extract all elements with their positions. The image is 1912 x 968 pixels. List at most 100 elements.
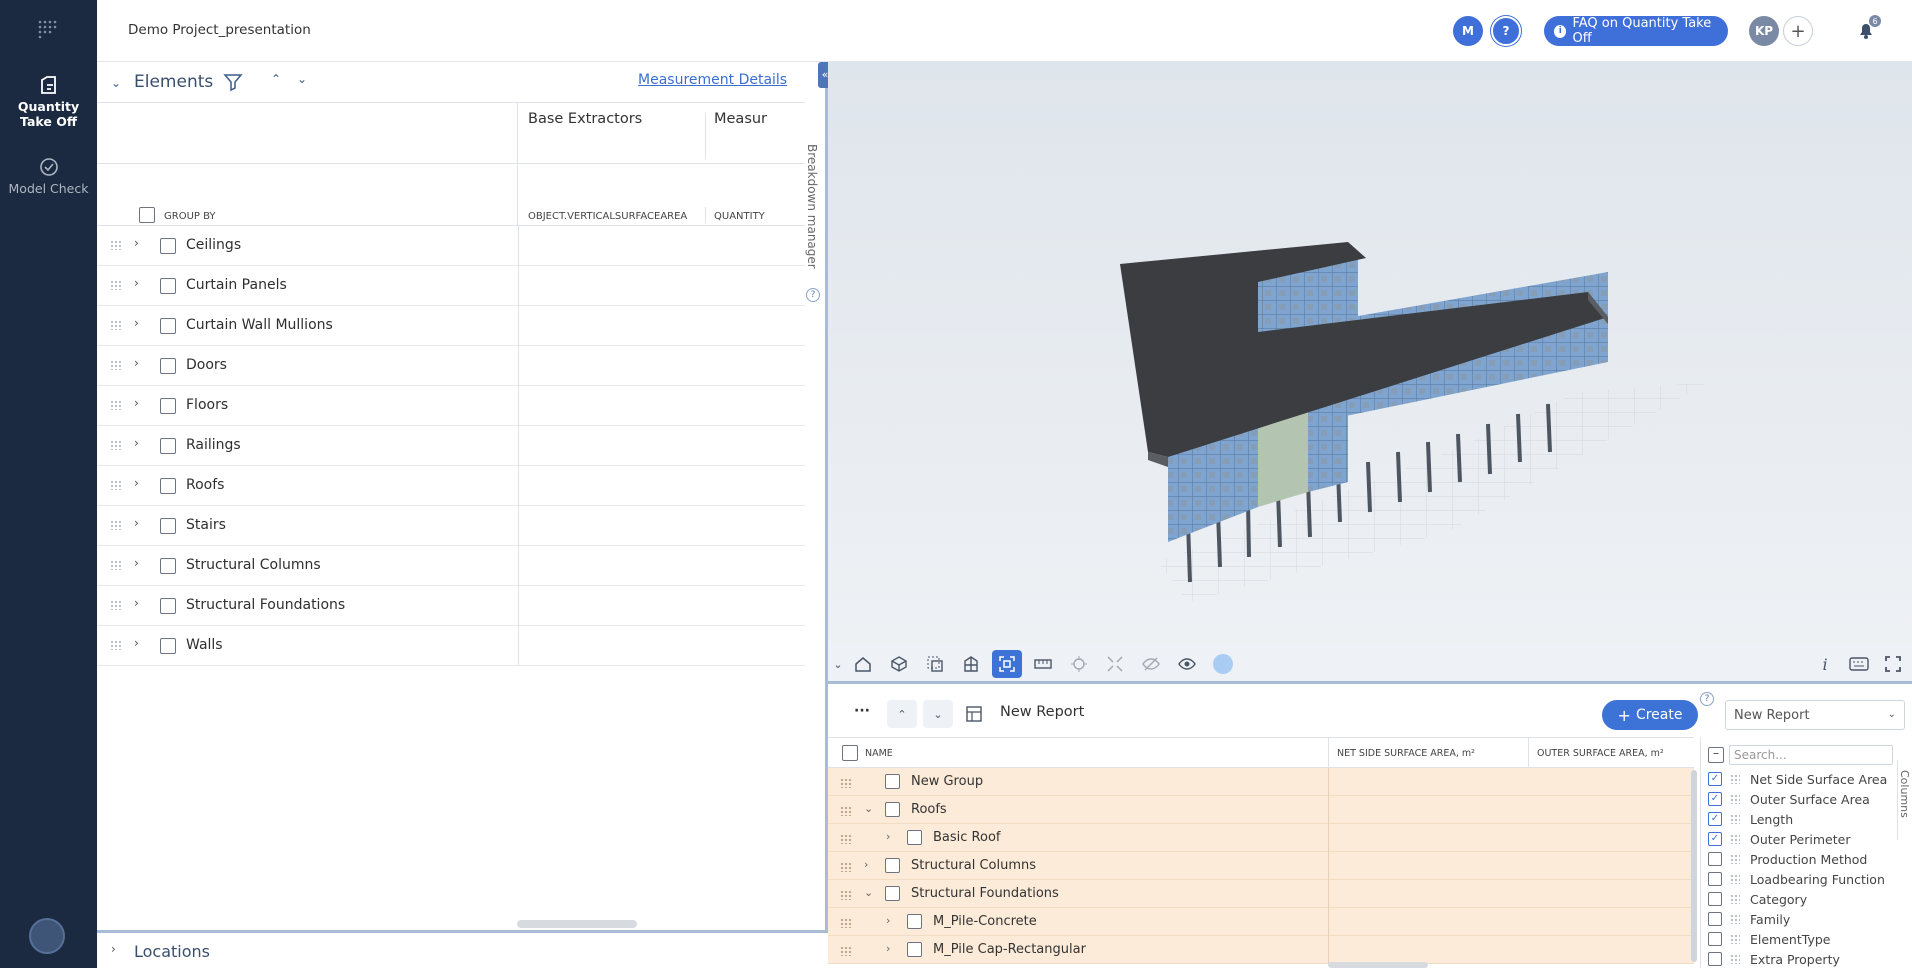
row-checkbox[interactable] <box>160 638 176 654</box>
column-checkbox[interactable] <box>1708 932 1722 946</box>
expand-chevron-icon[interactable]: › <box>134 396 139 410</box>
section-plane-icon[interactable] <box>956 650 986 678</box>
row-checkbox[interactable] <box>907 830 922 845</box>
column-checkbox[interactable] <box>1708 852 1722 866</box>
select-all-checkbox[interactable] <box>842 745 858 761</box>
expand-chevron-icon[interactable]: › <box>864 858 868 871</box>
column-item[interactable]: ✓ Outer Perimeter <box>1708 829 1850 849</box>
drag-handle-icon[interactable] <box>110 400 122 410</box>
select-all-checkbox[interactable] <box>139 207 155 223</box>
element-row[interactable]: › Floors <box>97 386 805 426</box>
drag-handle-icon[interactable] <box>840 918 852 928</box>
column-checkbox[interactable] <box>1708 952 1722 966</box>
expand-chevron-icon[interactable]: › <box>134 436 139 450</box>
column-checkbox[interactable]: ✓ <box>1708 792 1722 806</box>
column-item[interactable]: Loadbearing Function <box>1708 869 1885 889</box>
drag-handle-icon[interactable] <box>110 480 122 490</box>
element-row[interactable]: › Walls <box>97 626 805 666</box>
breakdown-manager-tab[interactable]: Breakdown manager ? <box>801 130 825 302</box>
drag-handle-icon[interactable] <box>1730 934 1740 944</box>
expand-chevron-icon[interactable]: › <box>134 476 139 490</box>
filter-icon[interactable] <box>223 72 243 92</box>
element-row[interactable]: › Ceilings <box>97 226 805 266</box>
expand-chevron-icon[interactable]: › <box>886 914 890 927</box>
report-row[interactable]: ⌄ Roofs <box>828 796 1694 824</box>
app-logo-icon[interactable] <box>32 14 62 44</box>
toggle-all-columns-checkbox[interactable]: – <box>1708 747 1724 763</box>
report-settings-icon[interactable] <box>959 700 989 728</box>
drag-handle-icon[interactable] <box>1730 874 1740 884</box>
drag-handle-icon[interactable] <box>1730 834 1740 844</box>
column-item[interactable]: Extra Property <box>1708 949 1840 968</box>
view-cube-icon[interactable] <box>884 650 914 678</box>
expand-locations-chevron-icon[interactable]: › <box>111 942 116 956</box>
row-checkbox[interactable] <box>160 398 176 414</box>
help-button[interactable]: ? <box>1491 16 1521 46</box>
column-item[interactable]: ✓ Length <box>1708 809 1793 829</box>
collapse-elements-chevron-icon[interactable]: ⌄ <box>111 76 121 90</box>
column-item[interactable]: ✓ Outer Surface Area <box>1708 789 1870 809</box>
row-checkbox[interactable] <box>907 942 922 957</box>
element-row[interactable]: › Curtain Panels <box>97 266 805 306</box>
columns-tab[interactable]: Columns <box>1897 760 1912 840</box>
column-checkbox[interactable] <box>1708 892 1722 906</box>
expand-chevron-icon[interactable]: › <box>134 636 139 650</box>
row-checkbox[interactable] <box>885 858 900 873</box>
report-select[interactable]: New Report ⌄ <box>1725 700 1905 730</box>
column-checkbox[interactable] <box>1708 872 1722 886</box>
report-row[interactable]: › M_Pile Cap-Rectangular <box>828 936 1694 964</box>
measure-icon[interactable] <box>1028 650 1058 678</box>
drag-handle-icon[interactable] <box>110 360 122 370</box>
drag-handle-icon[interactable] <box>1730 954 1740 964</box>
row-checkbox[interactable] <box>885 774 900 789</box>
row-checkbox[interactable] <box>160 478 176 494</box>
row-checkbox[interactable] <box>160 358 176 374</box>
drag-handle-icon[interactable] <box>110 600 122 610</box>
expand-chevron-icon[interactable]: › <box>134 236 139 250</box>
info-icon[interactable]: i <box>1810 650 1840 678</box>
drag-handle-icon[interactable] <box>110 280 122 290</box>
3d-viewer[interactable] <box>828 62 1912 644</box>
expand-chevron-icon[interactable]: › <box>134 596 139 610</box>
color-picker-icon[interactable] <box>1208 650 1238 678</box>
row-checkbox[interactable] <box>160 518 176 534</box>
collapse-chevron-icon[interactable]: ⌄ <box>864 802 873 815</box>
report-row[interactable]: ⌄ Structural Foundations <box>828 880 1694 908</box>
element-row[interactable]: › Doors <box>97 346 805 386</box>
column-item[interactable]: Category <box>1708 889 1807 909</box>
row-checkbox[interactable] <box>885 886 900 901</box>
drag-handle-icon[interactable] <box>840 778 852 788</box>
column-item[interactable]: Family <box>1708 909 1790 929</box>
faq-button[interactable]: i FAQ on Quantity Take Off <box>1544 16 1728 46</box>
column-header-measure[interactable]: Measur <box>714 111 804 127</box>
drag-handle-icon[interactable] <box>840 890 852 900</box>
expand-chevron-icon[interactable]: › <box>134 276 139 290</box>
help-icon[interactable]: ? <box>1700 692 1714 706</box>
element-row[interactable]: › Railings <box>97 426 805 466</box>
expand-chevron-icon[interactable]: › <box>134 316 139 330</box>
horizontal-scrollbar[interactable] <box>517 920 637 928</box>
row-checkbox[interactable] <box>907 914 922 929</box>
row-checkbox[interactable] <box>885 802 900 817</box>
rail-item-quantity-take-off[interactable]: Quantity Take Off <box>0 74 97 129</box>
help-icon[interactable]: ? <box>806 288 820 302</box>
select-box-icon[interactable] <box>920 650 950 678</box>
user-avatar-kp[interactable]: KP <box>1749 16 1779 46</box>
rail-item-model-check[interactable]: Model Check <box>0 156 97 196</box>
column-checkbox[interactable]: ✓ <box>1708 772 1722 786</box>
building-model-icon[interactable] <box>828 62 1912 644</box>
show-icon[interactable] <box>1172 650 1202 678</box>
drag-handle-icon[interactable] <box>1730 774 1740 784</box>
column-checkbox[interactable]: ✓ <box>1708 812 1722 826</box>
column-item[interactable]: ElementType <box>1708 929 1830 949</box>
horizontal-scrollbar[interactable] <box>1328 962 1428 968</box>
more-options-button[interactable]: ··· <box>854 703 870 719</box>
collapse-toolbar-icon[interactable]: ⌄ <box>828 650 848 678</box>
crosshair-icon[interactable] <box>1064 650 1094 678</box>
drag-handle-icon[interactable] <box>110 320 122 330</box>
report-row[interactable]: › M_Pile-Concrete <box>828 908 1694 936</box>
locations-panel[interactable]: › Locations <box>97 930 828 968</box>
element-row[interactable]: › Roofs <box>97 466 805 506</box>
home-view-icon[interactable] <box>848 650 878 678</box>
collapse-chevron-icon[interactable]: ⌄ <box>864 886 873 899</box>
